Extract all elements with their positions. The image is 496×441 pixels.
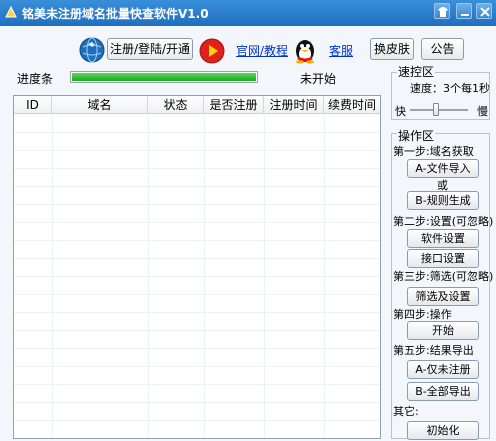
step5-label: 第五步:结果导出 [393, 344, 474, 357]
slow-label: 慢 [477, 105, 488, 118]
step1-label: 第一步:域名获取 [393, 145, 474, 158]
close-button[interactable] [476, 3, 492, 19]
customer-service-link[interactable]: 客服 [329, 42, 353, 59]
notice-button[interactable]: 公告 [421, 38, 464, 60]
filter-settings-button[interactable]: 筛选及设置 [407, 287, 479, 306]
speed-group-title: 速控区 [397, 63, 436, 80]
software-settings-button[interactable]: 软件设置 [407, 229, 479, 248]
other-label: 其它: [393, 405, 419, 418]
app-icon [5, 5, 17, 18]
speed-text: 速度：3个每1秒 [410, 82, 490, 95]
skin-icon-button[interactable] [434, 3, 450, 19]
progress-bar-fill [72, 73, 256, 81]
column-divider [324, 115, 325, 438]
column-header-register-time[interactable]: 注册时间 [264, 96, 324, 114]
title-bar: 铭美未注册域名批量快查软件V1.0 [0, 0, 496, 26]
rule-generate-button[interactable]: B-规则生成 [407, 191, 479, 210]
column-divider [148, 115, 149, 438]
column-header-domain[interactable]: 域名 [52, 96, 148, 114]
export-all-button[interactable]: B-全部导出 [407, 382, 479, 401]
speed-slider-thumb[interactable] [433, 103, 440, 116]
column-header-status[interactable]: 状态 [148, 96, 204, 114]
column-divider [264, 115, 265, 438]
start-button[interactable]: 开始 [407, 321, 479, 340]
play-icon[interactable] [199, 38, 225, 64]
step3-label: 第三步:筛选(可忽略) [393, 270, 494, 283]
file-import-button[interactable]: A-文件导入 [407, 159, 479, 178]
column-header-registered[interactable]: 是否注册 [204, 96, 264, 114]
progress-status: 未开始 [300, 72, 337, 86]
column-divider [204, 115, 205, 438]
qq-penguin-icon[interactable] [291, 36, 319, 64]
step2-label: 第二步:设置(可忽略) [393, 215, 494, 228]
table-body [14, 115, 380, 438]
close-icon [480, 7, 490, 17]
column-header-id[interactable]: ID [14, 96, 52, 114]
minimize-icon [461, 14, 469, 16]
export-unregistered-button[interactable]: A-仅未注册 [407, 360, 479, 379]
progress-bar [70, 71, 258, 83]
register-login-button[interactable]: 注册/登陆/开通 [107, 38, 193, 60]
initialize-button[interactable]: 初始化 [407, 421, 479, 440]
website-tutorial-link[interactable]: 官网/教程 [236, 42, 288, 59]
globe-icon[interactable] [79, 37, 105, 63]
column-header-renew-time[interactable]: 续费时间 [324, 96, 380, 114]
api-settings-button[interactable]: 接口设置 [407, 249, 479, 268]
shirt-icon [438, 7, 448, 17]
domain-table[interactable]: ID 域名 状态 是否注册 注册时间 续费时间 [13, 95, 381, 439]
window-title: 铭美未注册域名批量快查软件V1.0 [22, 7, 209, 21]
progress-label: 进度条 [17, 72, 54, 86]
fast-label: 快 [395, 105, 406, 118]
operation-group-title: 操作区 [397, 127, 436, 144]
table-header: ID 域名 状态 是否注册 注册时间 续费时间 [14, 96, 380, 114]
column-divider [52, 115, 53, 438]
change-skin-button[interactable]: 换皮肤 [370, 38, 414, 60]
step4-label: 第四步:操作 [393, 308, 452, 321]
minimize-button[interactable] [456, 3, 472, 19]
